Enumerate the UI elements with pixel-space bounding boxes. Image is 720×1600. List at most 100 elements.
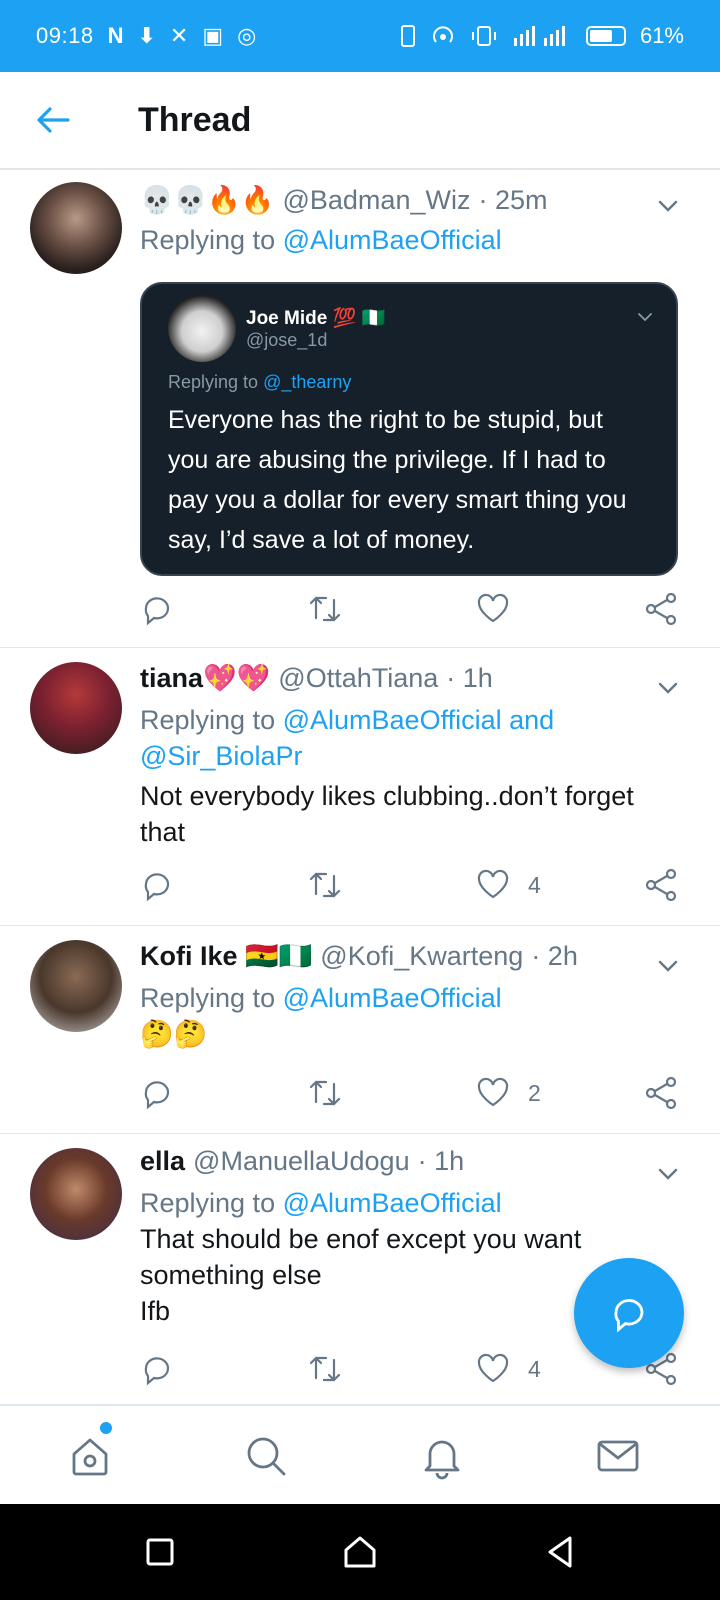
replying-prefix: Replying to bbox=[140, 983, 276, 1013]
top-app-bar: Thread bbox=[0, 72, 720, 170]
tweet-handle[interactable]: @OttahTiana bbox=[278, 663, 438, 694]
tab-notifications[interactable] bbox=[418, 1432, 466, 1480]
retweet-icon bbox=[309, 596, 341, 622]
record-icon: ◎ bbox=[237, 23, 257, 48]
tweet-text: Not everybody likes clubbing..don’t forg… bbox=[140, 781, 634, 847]
tweet-actions: 4 bbox=[140, 868, 684, 908]
replying-prefix: Replying to bbox=[140, 225, 276, 255]
tweet[interactable]: tiana💖💖 @OttahTiana · 1h Replying to @Al… bbox=[0, 648, 720, 926]
reply-button[interactable] bbox=[140, 1352, 174, 1386]
chevron-down-icon bbox=[638, 313, 652, 322]
tweet-actions: 2 bbox=[140, 1076, 684, 1116]
replying-to: Replying to @AlumBaeOfficial and @Sir_Bi… bbox=[140, 702, 684, 774]
status-bar: 09:18 N ⬇ ✕ ▣ ◎ 61% bbox=[0, 0, 720, 72]
reply-button[interactable] bbox=[140, 592, 174, 626]
display-name[interactable]: Kofi Ike 🇬🇭🇳🇬 bbox=[140, 940, 312, 972]
quoted-tweet-text: Everyone has the right to be stupid, but… bbox=[168, 406, 627, 554]
tweet-header: ella @ManuellaUdogu · 1h bbox=[140, 1146, 684, 1177]
messages-icon bbox=[597, 1440, 639, 1472]
like-button[interactable] bbox=[476, 592, 528, 626]
retweet-button[interactable] bbox=[308, 592, 342, 626]
tweet-handle[interactable]: @Badman_Wiz bbox=[282, 185, 470, 216]
share-icon bbox=[645, 868, 677, 902]
phone-icon bbox=[400, 25, 415, 47]
notifications-icon bbox=[424, 1440, 460, 1480]
reply-button[interactable] bbox=[140, 868, 174, 902]
battery-icon bbox=[585, 26, 626, 46]
quoted-replying-prefix: Replying to bbox=[168, 372, 259, 392]
battery-percent: 61% bbox=[639, 23, 684, 48]
mention-link[interactable]: @AlumBaeOfficial bbox=[283, 1188, 502, 1218]
tab-home[interactable] bbox=[66, 1422, 114, 1480]
like-button[interactable]: 4 bbox=[476, 868, 541, 902]
retweet-icon bbox=[309, 872, 341, 898]
display-name-emoji: 💀💀🔥🔥 bbox=[140, 185, 275, 215]
tweet-handle[interactable]: @Kofi_Kwarteng bbox=[320, 941, 523, 972]
share-icon bbox=[645, 592, 677, 626]
tweet-handle[interactable]: @ManuellaUdogu bbox=[193, 1146, 410, 1177]
quoted-avatar[interactable] bbox=[168, 294, 236, 362]
search-icon bbox=[247, 1437, 286, 1476]
like-count: 2 bbox=[528, 1079, 541, 1106]
tweet-header: 💀💀🔥🔥 @Badman_Wiz · 25m bbox=[140, 184, 684, 216]
share-button[interactable] bbox=[644, 868, 678, 902]
retweet-button[interactable] bbox=[308, 1352, 342, 1386]
chevron-down-icon[interactable] bbox=[656, 954, 680, 978]
reply-button[interactable] bbox=[140, 1076, 174, 1110]
mention-link[interactable]: @AlumBaeOfficial bbox=[283, 225, 502, 255]
quoted-replying-to: Replying to @_thearny bbox=[168, 372, 351, 393]
tab-search[interactable] bbox=[242, 1432, 290, 1480]
home-icon bbox=[72, 1438, 108, 1476]
replying-to: Replying to @AlumBaeOfficial bbox=[140, 1185, 684, 1221]
back-button[interactable] bbox=[36, 106, 96, 134]
tweet-time: · 1h bbox=[446, 662, 493, 693]
tweet-time: · 1h bbox=[417, 1146, 465, 1176]
replying-to: Replying to @AlumBaeOfficial bbox=[140, 222, 684, 258]
display-name[interactable]: ella bbox=[140, 1146, 185, 1177]
gallery-icon: ▣ bbox=[202, 23, 224, 48]
heart-icon bbox=[477, 593, 509, 623]
display-name-emoji: 🇬🇭🇳🇬 bbox=[245, 941, 313, 971]
replying-to: Replying to @AlumBaeOfficial bbox=[140, 980, 684, 1016]
retweet-icon bbox=[309, 1356, 341, 1382]
status-system-icons: 61% bbox=[400, 23, 684, 49]
avatar[interactable] bbox=[30, 662, 122, 754]
tweet-text-line: That should be enof except you want bbox=[140, 1224, 582, 1254]
chevron-down-icon[interactable] bbox=[656, 1162, 680, 1186]
compose-reply-button[interactable] bbox=[574, 1258, 684, 1368]
quoted-tweet-card[interactable]: Joe Mide 💯 🇳🇬 @jose_1d Replying to @_the… bbox=[140, 282, 678, 576]
home-nav-icon[interactable] bbox=[340, 1532, 380, 1572]
tweet-text: 🤔🤔 bbox=[140, 1019, 208, 1049]
quoted-mention: @_thearny bbox=[263, 372, 352, 392]
share-button[interactable] bbox=[644, 592, 678, 626]
avatar[interactable] bbox=[30, 182, 122, 274]
like-button[interactable]: 2 bbox=[476, 1076, 541, 1110]
tweet-time: · 2h bbox=[531, 940, 578, 971]
display-name[interactable]: tiana💖💖 bbox=[140, 662, 270, 694]
mention-link[interactable]: @AlumBaeOfficial bbox=[283, 983, 502, 1013]
system-nav-bar bbox=[0, 1504, 720, 1600]
hotspot-icon bbox=[433, 26, 453, 43]
tweet-actions bbox=[140, 592, 684, 632]
chevron-down-icon[interactable] bbox=[656, 194, 680, 218]
chevron-down-icon[interactable] bbox=[656, 676, 680, 700]
tweet-header: tiana💖💖 @OttahTiana · 1h bbox=[140, 662, 684, 694]
display-name-text: Kofi Ike bbox=[140, 941, 238, 971]
heart-icon bbox=[477, 869, 509, 899]
notification-dot bbox=[100, 1422, 112, 1434]
back-nav-icon[interactable] bbox=[540, 1532, 580, 1572]
avatar[interactable] bbox=[30, 1148, 122, 1240]
compose-reply-icon bbox=[614, 1299, 644, 1333]
like-button[interactable]: 4 bbox=[476, 1352, 541, 1386]
share-button[interactable] bbox=[644, 1076, 678, 1110]
thread-feed[interactable]: 💀💀🔥🔥 @Badman_Wiz · 25m Replying to @Alum… bbox=[0, 172, 720, 1404]
avatar[interactable] bbox=[30, 940, 122, 1032]
tweet[interactable]: Kofi Ike 🇬🇭🇳🇬 @Kofi_Kwarteng · 2h Replyi… bbox=[0, 926, 720, 1134]
tweet-time: · 25m bbox=[478, 184, 548, 215]
retweet-button[interactable] bbox=[308, 1076, 342, 1110]
tweet[interactable]: 💀💀🔥🔥 @Badman_Wiz · 25m Replying to @Alum… bbox=[0, 172, 720, 648]
like-count: 4 bbox=[528, 1355, 541, 1382]
tab-messages[interactable] bbox=[594, 1432, 642, 1480]
retweet-button[interactable] bbox=[308, 868, 342, 902]
recents-icon[interactable] bbox=[140, 1532, 180, 1572]
